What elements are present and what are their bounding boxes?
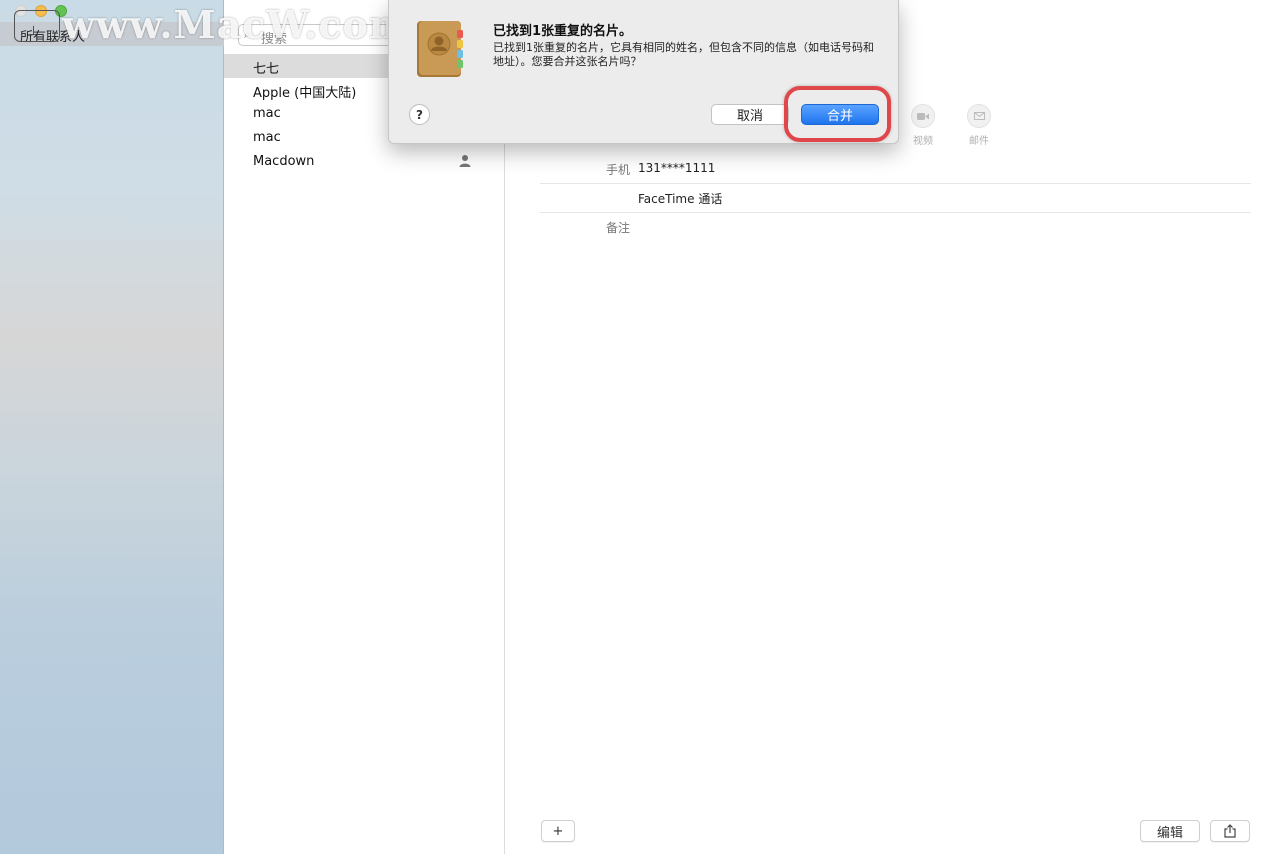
- video-action-label: 视频: [913, 136, 933, 147]
- mail-action-label: 邮件: [969, 136, 989, 147]
- merge-duplicates-dialog: 已找到1张重复的名片。 已找到1张重复的名片，它具有相同的姓名，但包含不同的信息…: [388, 0, 899, 144]
- note-field-row: 备注: [540, 213, 1251, 242]
- share-button[interactable]: [1210, 820, 1250, 842]
- video-icon: [911, 104, 935, 128]
- person-icon: ⊥: [28, 24, 40, 39]
- phone-field-row: 手机 131****1111: [540, 155, 1251, 184]
- mail-action[interactable]: 邮件: [959, 104, 999, 147]
- sidebar: 所有联系人 ⊥: [0, 0, 224, 854]
- merge-button[interactable]: 合并: [801, 104, 879, 125]
- facetime-call-link[interactable]: FaceTime 通话: [638, 190, 722, 207]
- contact-name: mac: [253, 130, 281, 145]
- mail-icon: [967, 104, 991, 128]
- cancel-button[interactable]: 取消: [711, 104, 789, 125]
- add-contact-button[interactable]: +: [541, 820, 575, 842]
- field-label: 手机: [605, 163, 630, 177]
- dialog-title: 已找到1张重复的名片。: [493, 24, 633, 39]
- facetime-field-row: FaceTime 通话: [540, 184, 1251, 213]
- help-button[interactable]: ?: [409, 104, 430, 125]
- phone-number[interactable]: 131****1111: [638, 161, 715, 175]
- video-action[interactable]: 视频: [903, 104, 943, 147]
- contact-name: 七七: [253, 62, 280, 77]
- share-icon: [1224, 824, 1236, 838]
- contact-row[interactable]: Macdown: [224, 150, 505, 174]
- my-card-icon: [459, 155, 471, 167]
- dialog-message: 已找到1张重复的名片，它具有相同的姓名，但包含不同的信息（如电话号码和地址）。您…: [493, 41, 874, 68]
- contact-name: mac: [253, 106, 281, 121]
- contact-name: Macdown: [253, 154, 315, 169]
- field-label: 备注: [605, 221, 630, 235]
- contact-name: Apple (中国大陆): [253, 86, 357, 101]
- watermark: www.MacW.com: [62, 2, 411, 47]
- contacts-app-icon: [417, 21, 463, 77]
- edit-button[interactable]: 编辑: [1140, 820, 1200, 842]
